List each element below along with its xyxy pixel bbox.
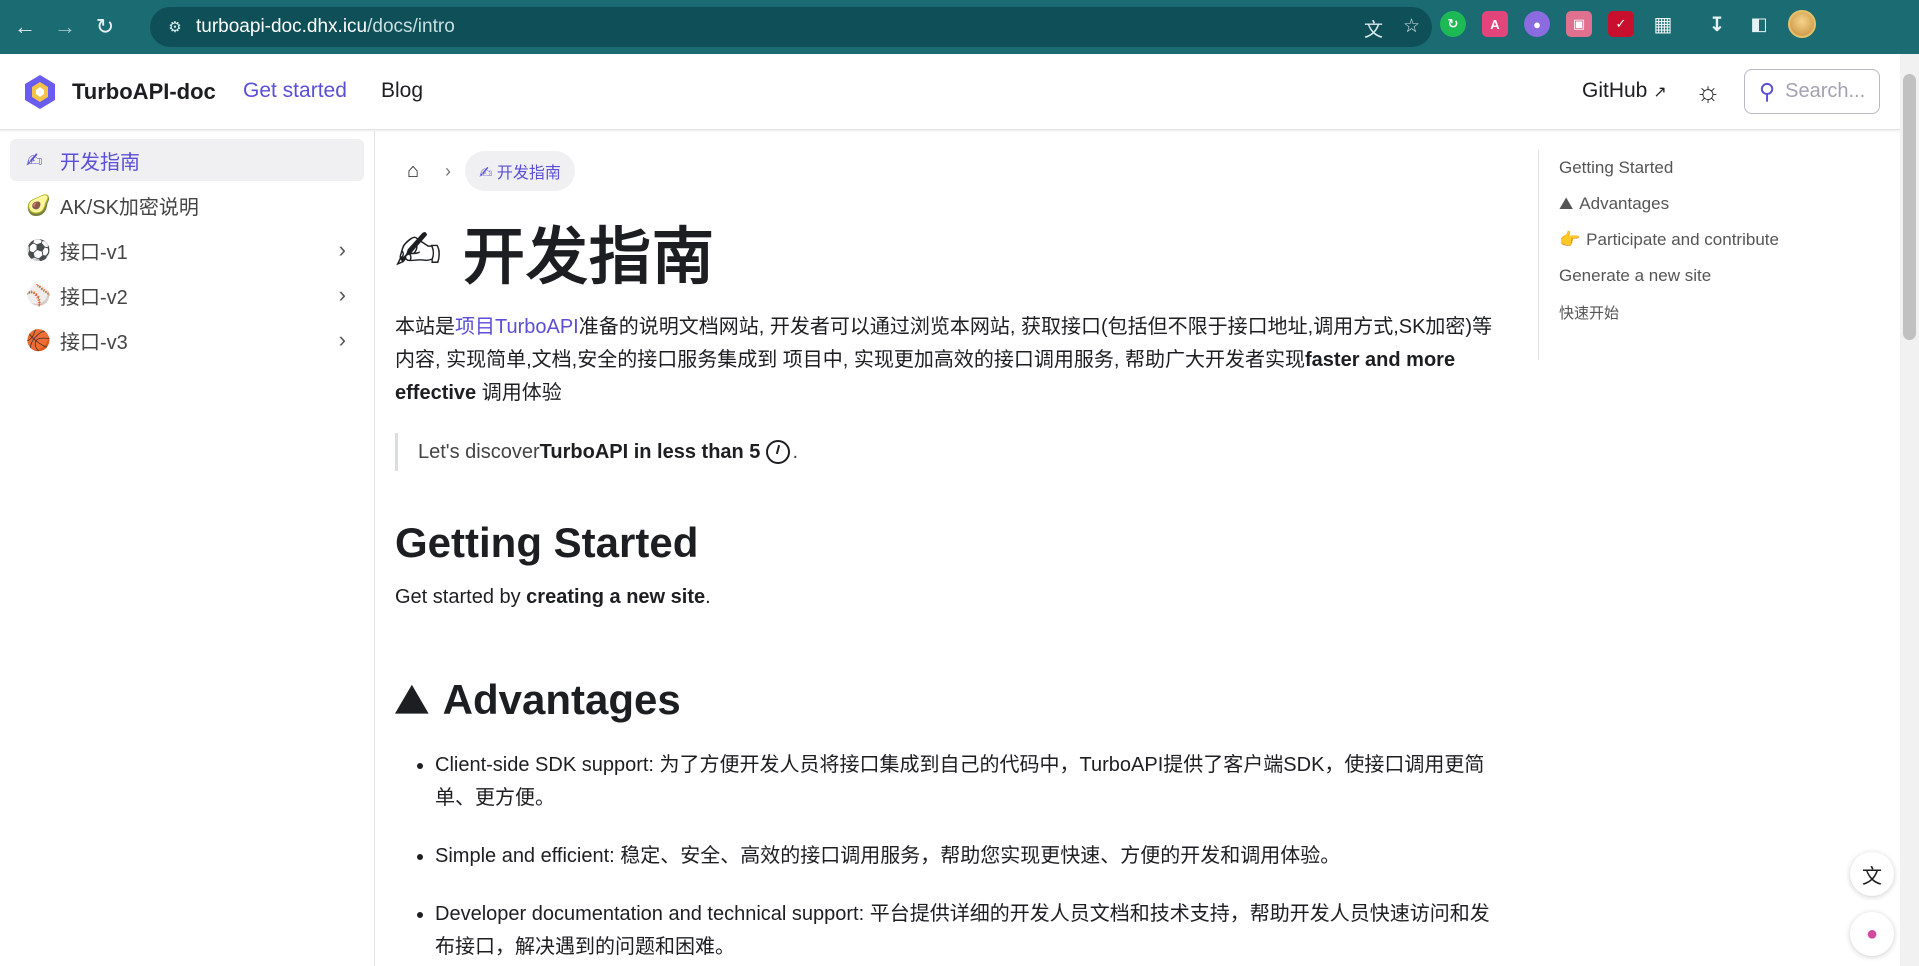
baseball-icon: ⚾ <box>26 284 51 307</box>
writing-hand-icon: ✍ <box>479 165 493 182</box>
clock-icon <box>766 440 791 464</box>
brand[interactable]: TurboAPI-doc <box>20 72 216 112</box>
profile-avatar[interactable] <box>1788 10 1816 38</box>
download-icon[interactable]: ↧ <box>1704 11 1730 37</box>
avocado-icon: 🥑 <box>26 194 51 217</box>
soccer-ball-icon: ⚽ <box>26 239 51 262</box>
sidebar-item-api-v1[interactable]: ⚽ 接口-v1 › <box>10 229 364 271</box>
list-item: Developer documentation and technical su… <box>435 898 1495 964</box>
extension-brain-icon[interactable]: ● <box>1524 11 1550 37</box>
search-placeholder: Search... <box>1785 80 1866 102</box>
site-info-icon[interactable]: ⚙ <box>164 16 186 38</box>
pointing-hand-icon: 👉 <box>1559 230 1581 249</box>
home-icon[interactable]: ⌂ <box>395 160 431 183</box>
breadcrumb: ⌂ › ✍ 开发指南 <box>395 151 575 191</box>
sidebar-item-label: 接口-v2 <box>60 286 128 309</box>
writing-hand-icon: ✍ <box>26 149 43 172</box>
table-of-contents: Getting Started ⛰ Advantages 👉 Participate… <box>1538 150 1878 360</box>
extension-tv-icon[interactable]: ▣ <box>1566 11 1592 37</box>
breadcrumb-separator-icon: › <box>445 160 451 181</box>
nav-blog[interactable]: Blog <box>381 79 423 103</box>
search-button[interactable]: ⚲ Search... <box>1744 69 1880 114</box>
extension-translate-icon[interactable]: A <box>1482 11 1508 37</box>
toc-item-participate[interactable]: 👉 Participate and contribute <box>1559 222 1878 258</box>
writing-hand-icon: ✍ <box>395 219 443 282</box>
page-title: ✍ 开发指南 <box>395 219 715 292</box>
docs-navbar: TurboAPI-doc Get started Blog GitHub ↗ ☼… <box>0 54 1900 130</box>
scrollbar-thumb[interactable] <box>1903 74 1916 340</box>
external-link-icon: ↗ <box>1653 84 1667 101</box>
sidebar-item-aksk[interactable]: 🥑 AK/SK加密说明 <box>10 184 364 226</box>
url-text[interactable]: turboapi-doc.dhx.icu/docs/intro <box>196 16 455 38</box>
list-item: Client-side SDK support: 为了方便开发人员将接口集成到自… <box>435 749 1495 815</box>
bookmark-star-icon[interactable]: ☆ <box>1403 15 1420 42</box>
getting-started-text: Get started by creating a new site. <box>395 586 711 608</box>
sidebar-item-label: AK/SK加密说明 <box>60 196 199 219</box>
heading-getting-started: Getting Started <box>395 519 699 566</box>
github-link[interactable]: GitHub ↗ <box>1582 79 1667 103</box>
theme-toggle-sun-icon[interactable]: ☼ <box>1692 76 1724 108</box>
translate-icon[interactable]: 文 <box>1364 15 1383 42</box>
nav-get-started[interactable]: Get started <box>243 79 347 103</box>
sidebar-item-label: 接口-v1 <box>60 241 128 264</box>
extension-check-icon[interactable]: ✓ <box>1608 11 1634 37</box>
heading-advantages: ⛰ Advantages <box>395 676 681 723</box>
chevron-right-icon[interactable]: › <box>339 282 346 308</box>
mountain-icon: ⛰ <box>395 677 429 722</box>
chevron-right-icon[interactable]: › <box>339 237 346 263</box>
extension-green-icon[interactable]: ↻ <box>1440 11 1466 37</box>
extensions-puzzle-icon[interactable]: ▦ <box>1650 11 1676 37</box>
intro-paragraph: 本站是项目TurboAPI准备的说明文档网站, 开发者可以通过浏览本网站, 获取… <box>395 316 1493 404</box>
reload-icon[interactable]: ↻ <box>90 12 120 42</box>
sidebar-item-label: 接口-v3 <box>60 331 128 354</box>
toc-item-quick-start[interactable]: 快速开始 <box>1559 294 1878 330</box>
search-icon: ⚲ <box>1759 78 1776 104</box>
turboapi-project-link[interactable]: 项目TurboAPI <box>455 316 579 338</box>
toc-item-generate-site[interactable]: Generate a new site <box>1559 258 1878 294</box>
mountain-icon: ⛰ <box>1559 194 1574 213</box>
sidebar-item-api-v2[interactable]: ⚾ 接口-v2 › <box>10 274 364 316</box>
list-item: Simple and efficient: 稳定、安全、高效的接口调用服务，帮助… <box>435 840 1495 873</box>
sidebar-item-dev-guide[interactable]: ✍ 开发指南 <box>10 139 364 181</box>
side-panel-icon[interactable]: ◧ <box>1746 11 1772 37</box>
browser-toolbar: ← → ↻ ⚙ turboapi-doc.dhx.icu/docs/intro … <box>0 0 1919 54</box>
toc-item-getting-started[interactable]: Getting Started <box>1559 150 1878 186</box>
page-scrollbar[interactable] <box>1900 54 1919 966</box>
logo-icon <box>25 75 55 109</box>
blockquote: Let's discover TurboAPI in less than 5. <box>395 433 798 471</box>
chevron-right-icon[interactable]: › <box>339 327 346 353</box>
forward-icon[interactable]: → <box>50 12 80 42</box>
sidebar-item-label: 开发指南 <box>60 151 140 174</box>
address-bar[interactable]: ⚙ turboapi-doc.dhx.icu/docs/intro 文 ☆ <box>150 7 1432 47</box>
toc-item-advantages[interactable]: ⛰ Advantages <box>1559 186 1878 222</box>
docs-sidebar: ✍ 开发指南 🥑 AK/SK加密说明 ⚽ 接口-v1 › ⚾ 接口-v2 › 🏀… <box>0 131 375 966</box>
floating-translate-icon[interactable]: 文 <box>1850 852 1894 896</box>
back-icon[interactable]: ← <box>10 12 40 42</box>
basketball-icon: 🏀 <box>26 329 51 352</box>
breadcrumb-current: ✍ 开发指南 <box>465 151 575 191</box>
floating-brain-icon[interactable]: ● <box>1850 912 1894 956</box>
advantages-list: Client-side SDK support: 为了方便开发人员将接口集成到自… <box>435 749 1495 966</box>
brand-title[interactable]: TurboAPI-doc <box>72 79 216 105</box>
sidebar-item-api-v3[interactable]: 🏀 接口-v3 › <box>10 319 364 361</box>
